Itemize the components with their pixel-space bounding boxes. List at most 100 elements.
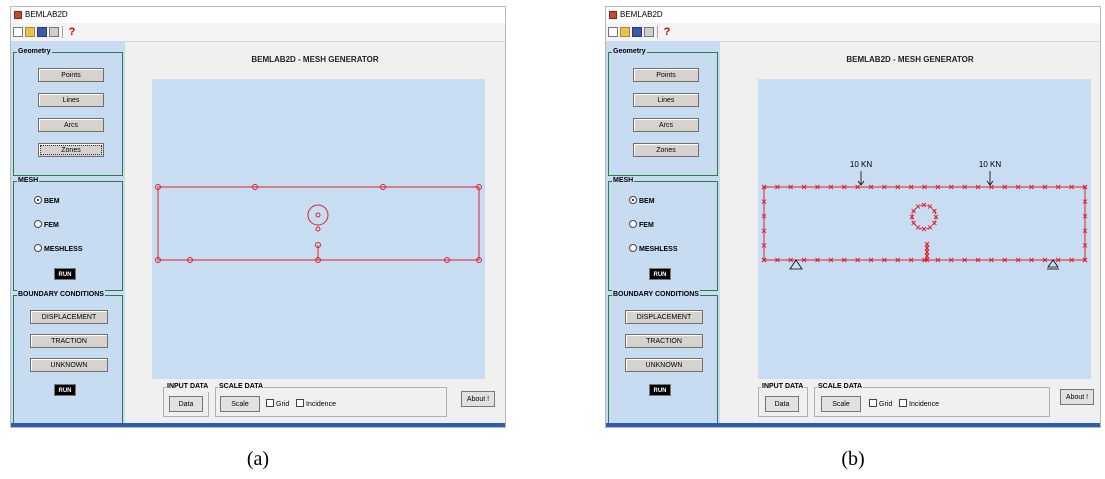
geometry-group: Geometry Points Lines Arcs Zones xyxy=(608,47,718,176)
mesh-plot-area[interactable] xyxy=(152,79,485,379)
zones-button[interactable]: Zones xyxy=(633,143,699,157)
mesh-run-button[interactable]: RUN xyxy=(54,268,76,280)
left-panel: Geometry Points Lines Arcs Zones MESH BE… xyxy=(606,41,720,427)
open-folder-icon[interactable] xyxy=(25,27,35,37)
scale-data-frame: SCALE DATA Scale Grid Incidence xyxy=(814,382,1050,417)
mesh-group: MESH BEM FEM MESHLESS RUN xyxy=(608,176,718,291)
mesh-nodes xyxy=(761,184,1088,263)
window-a: BEMLAB2D ? Geometry Points Lines Arcs Zo… xyxy=(10,6,506,428)
taskbar-strip xyxy=(11,423,505,427)
traction-button[interactable]: TRACTION xyxy=(625,334,703,348)
window-b: BEMLAB2D ? Geometry Points Lines Arcs Zo… xyxy=(605,6,1101,428)
arcs-button[interactable]: Arcs xyxy=(38,118,104,132)
matlab-app-icon xyxy=(609,11,617,19)
incidence-checkbox[interactable]: Incidence xyxy=(296,399,336,409)
bc-run-button[interactable]: RUN xyxy=(54,384,76,396)
radio-unchecked-icon xyxy=(34,220,42,228)
save-icon[interactable] xyxy=(37,27,47,37)
mesh-run-button[interactable]: RUN xyxy=(649,268,671,280)
checkbox-icon xyxy=(869,399,877,407)
geometry-group-title: Geometry xyxy=(17,47,52,57)
mesh-group-title: MESH xyxy=(17,176,40,186)
unknown-button[interactable]: UNKNOWN xyxy=(30,358,108,372)
roller-support-icon xyxy=(1047,259,1059,268)
geometry-canvas xyxy=(155,184,482,263)
lines-button[interactable]: Lines xyxy=(38,93,104,107)
checkbox-icon xyxy=(899,399,907,407)
input-data-title: INPUT DATA xyxy=(166,382,210,392)
print-icon[interactable] xyxy=(644,27,654,37)
data-button[interactable]: Data xyxy=(169,396,203,412)
geometry-group-title: Geometry xyxy=(612,47,647,57)
radio-bem[interactable]: BEM xyxy=(629,196,655,207)
new-file-icon[interactable] xyxy=(13,27,23,37)
radio-unchecked-icon xyxy=(629,220,637,228)
help-icon[interactable]: ? xyxy=(67,27,77,38)
points-button[interactable]: Points xyxy=(38,68,104,82)
scale-button[interactable]: Scale xyxy=(220,396,260,412)
bottom-bar: INPUT DATA Data SCALE DATA Scale Grid In… xyxy=(125,381,505,427)
points-button[interactable]: Points xyxy=(633,68,699,82)
radio-fem[interactable]: FEM xyxy=(629,220,654,231)
radio-fem[interactable]: FEM xyxy=(34,220,59,231)
radio-checked-icon xyxy=(34,196,42,204)
about-button[interactable]: About ! xyxy=(461,391,495,407)
main-title: BEMLAB2D - MESH GENERATOR xyxy=(846,55,974,64)
grid-checkbox[interactable]: Grid xyxy=(266,399,289,409)
radio-unchecked-icon xyxy=(629,244,637,252)
displacement-button[interactable]: DISPLACEMENT xyxy=(625,310,703,324)
bottom-bar: INPUT DATA Data SCALE DATA Scale Grid In… xyxy=(720,381,1100,427)
open-folder-icon[interactable] xyxy=(620,27,630,37)
title-bar: BEMLAB2D xyxy=(11,7,505,23)
mesh-plot-area[interactable]: 10 KN 10 KN xyxy=(758,79,1091,379)
boundary-conditions-group-title: BOUNDARY CONDITIONS xyxy=(612,290,700,300)
grid-checkbox[interactable]: Grid xyxy=(869,399,892,409)
window-title: BEMLAB2D xyxy=(620,10,663,19)
input-data-frame: INPUT DATA Data xyxy=(758,382,808,417)
incidence-checkbox[interactable]: Incidence xyxy=(899,399,939,409)
toolbar: ? xyxy=(606,23,1100,42)
checkbox-icon xyxy=(296,399,304,407)
scale-button[interactable]: Scale xyxy=(821,396,861,412)
taskbar-strip xyxy=(606,423,1100,427)
caption-b: (b) xyxy=(841,448,865,470)
radio-meshless[interactable]: MESHLESS xyxy=(34,244,83,255)
save-icon[interactable] xyxy=(632,27,642,37)
new-file-icon[interactable] xyxy=(608,27,618,37)
boundary-conditions-group: BOUNDARY CONDITIONS DISPLACEMENT TRACTIO… xyxy=(13,290,123,425)
print-icon[interactable] xyxy=(49,27,59,37)
window-title: BEMLAB2D xyxy=(25,10,68,19)
hole-circle xyxy=(911,204,937,230)
mesh-canvas: 10 KN 10 KN xyxy=(761,160,1088,270)
bc-run-button[interactable]: RUN xyxy=(649,384,671,396)
mesh-group-title: MESH xyxy=(612,176,635,186)
hole-center-point xyxy=(315,212,321,218)
scale-data-frame: SCALE DATA Scale Grid Incidence xyxy=(215,382,447,417)
radio-bem[interactable]: BEM xyxy=(34,196,60,207)
input-data-frame: INPUT DATA Data xyxy=(163,382,210,417)
lines-button[interactable]: Lines xyxy=(633,93,699,107)
caption-a: (a) xyxy=(246,448,270,470)
radio-meshless[interactable]: MESHLESS xyxy=(629,244,678,255)
unknown-button[interactable]: UNKNOWN xyxy=(625,358,703,372)
hole-circle xyxy=(307,204,329,226)
help-icon[interactable]: ? xyxy=(662,27,672,38)
load-label-1: 10 KN xyxy=(850,160,872,169)
radio-checked-icon xyxy=(629,196,637,204)
data-button[interactable]: Data xyxy=(765,396,799,412)
toolbar-separator xyxy=(657,26,658,38)
scale-data-title: SCALE DATA xyxy=(817,382,864,392)
arcs-button[interactable]: Arcs xyxy=(633,118,699,132)
matlab-app-icon xyxy=(14,11,22,19)
about-button[interactable]: About ! xyxy=(1060,389,1094,405)
input-data-title: INPUT DATA xyxy=(761,382,805,392)
toolbar: ? xyxy=(11,23,505,42)
boundary-conditions-group: BOUNDARY CONDITIONS DISPLACEMENT TRACTIO… xyxy=(608,290,718,425)
displacement-button[interactable]: DISPLACEMENT xyxy=(30,310,108,324)
zones-button[interactable]: Zones xyxy=(38,143,104,157)
traction-button[interactable]: TRACTION xyxy=(30,334,108,348)
toolbar-separator xyxy=(62,26,63,38)
scale-data-title: SCALE DATA xyxy=(218,382,265,392)
boundary-conditions-group-title: BOUNDARY CONDITIONS xyxy=(17,290,105,300)
beam-outline xyxy=(763,186,1086,261)
